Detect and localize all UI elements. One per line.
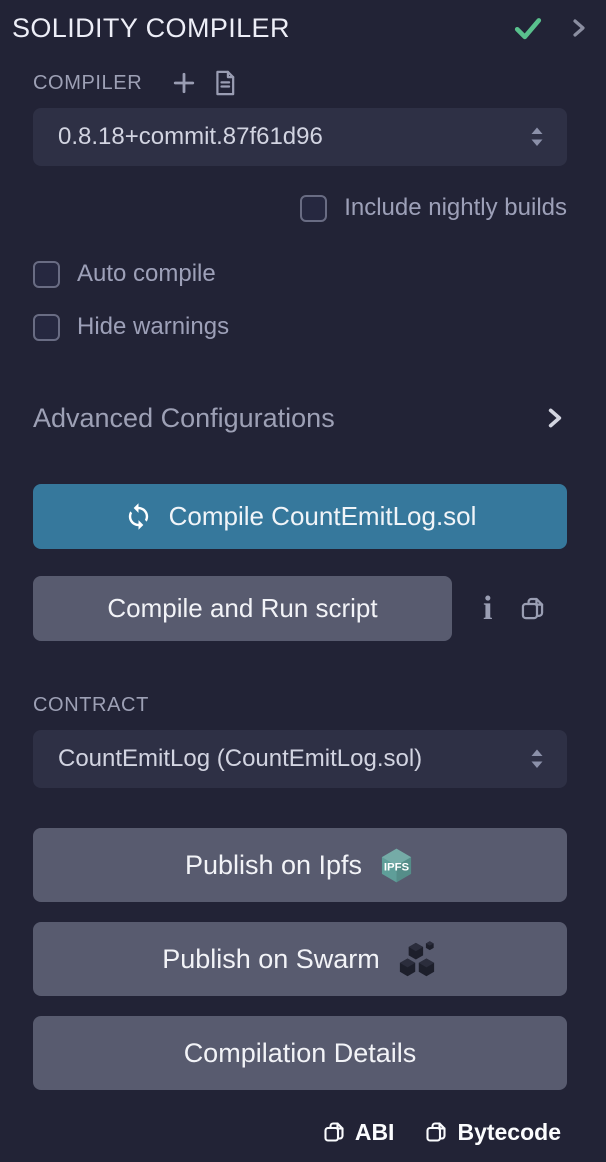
compile-and-run-button[interactable]: Compile and Run script (33, 576, 452, 641)
chevron-right-icon[interactable] (568, 16, 590, 40)
publish-swarm-button[interactable]: Publish on Swarm (33, 922, 567, 996)
auto-compile-checkbox[interactable] (33, 261, 60, 288)
copy-artifacts-row: ABI Bytecode (33, 1116, 567, 1148)
hide-warnings-label: Hide warnings (77, 313, 229, 341)
copy-abi-button[interactable]: ABI (322, 1119, 395, 1146)
file-icon[interactable] (212, 69, 238, 97)
solidity-compiler-panel: SOLIDITY COMPILER COMPILER (0, 0, 606, 1162)
contract-section-label: CONTRACT (33, 694, 149, 717)
compile-and-run-label: Compile and Run script (107, 593, 377, 624)
hide-warnings-checkbox[interactable] (33, 314, 60, 341)
publish-ipfs-label: Publish on Ipfs (185, 850, 362, 881)
up-down-arrows-icon (529, 746, 545, 772)
ipfs-cube-icon: IPFS (378, 847, 415, 884)
chevron-right-icon (543, 405, 567, 431)
up-down-arrows-icon (529, 124, 545, 150)
swarm-cubes-icon (396, 939, 438, 979)
include-nightly-row: Include nightly builds (33, 192, 567, 224)
compiler-version-value: 0.8.18+commit.87f61d96 (58, 123, 529, 151)
compilation-details-button[interactable]: Compilation Details (33, 1016, 567, 1090)
include-nightly-checkbox[interactable] (300, 195, 327, 222)
copy-icon (322, 1120, 346, 1144)
info-icon[interactable]: i (483, 592, 492, 626)
copy-icon (424, 1120, 448, 1144)
abi-label: ABI (355, 1119, 395, 1146)
contract-label-row: CONTRACT (33, 692, 567, 718)
hide-warnings-row: Hide warnings (33, 311, 567, 343)
advanced-configurations-label: Advanced Configurations (33, 403, 543, 434)
bytecode-label: Bytecode (457, 1119, 561, 1146)
contract-select[interactable]: CountEmitLog (CountEmitLog.sol) (33, 730, 567, 788)
auto-compile-row: Auto compile (33, 258, 567, 290)
compile-and-run-row: Compile and Run script i (33, 576, 567, 641)
refresh-icon (124, 502, 153, 531)
compile-button-label: Compile CountEmitLog.sol (169, 501, 477, 532)
publish-ipfs-button[interactable]: Publish on Ipfs IPFS (33, 828, 567, 902)
compile-button[interactable]: Compile CountEmitLog.sol (33, 484, 567, 549)
include-nightly-label: Include nightly builds (344, 194, 567, 222)
plus-icon[interactable] (170, 69, 198, 97)
page-title: SOLIDITY COMPILER (12, 13, 290, 44)
publish-swarm-label: Publish on Swarm (162, 944, 380, 975)
compiler-section-label: COMPILER (33, 72, 142, 95)
compiler-version-select[interactable]: 0.8.18+commit.87f61d96 (33, 108, 567, 166)
contract-select-value: CountEmitLog (CountEmitLog.sol) (58, 745, 529, 773)
compilation-details-label: Compilation Details (184, 1038, 417, 1069)
auto-compile-label: Auto compile (77, 260, 216, 288)
copy-bytecode-button[interactable]: Bytecode (424, 1119, 561, 1146)
svg-text:IPFS: IPFS (384, 861, 410, 873)
panel-content: COMPILER 0.8.18+commit.87f61d96 (0, 70, 606, 1148)
panel-header: SOLIDITY COMPILER (0, 0, 606, 46)
compile-success-check-icon (512, 14, 544, 42)
compiler-label-row: COMPILER (33, 70, 567, 96)
copy-icon[interactable] (519, 595, 546, 622)
advanced-configurations-toggle[interactable]: Advanced Configurations (33, 402, 567, 434)
